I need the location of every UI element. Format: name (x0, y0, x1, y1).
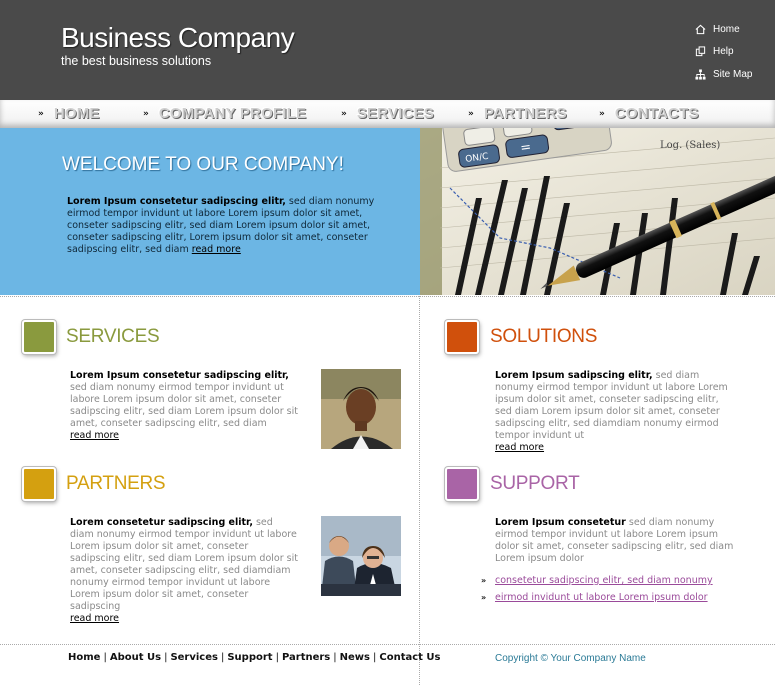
nav-item-partners[interactable]: » PARTNERS (468, 105, 567, 122)
footer-link-contact-us[interactable]: Contact Us (379, 652, 440, 663)
services-square-icon (22, 320, 56, 354)
nav-label: COMPANY PROFILE (158, 105, 307, 122)
support-text: Lorem Ipsum consetetur sed diam nonumy e… (495, 517, 740, 565)
nav-item-services[interactable]: » SERVICES (341, 105, 434, 122)
nav-label: SERVICES (356, 105, 435, 122)
services-title: SERVICES (66, 326, 160, 347)
util-link-label: Help (713, 46, 734, 58)
hero-photo: Log. (Sales) ON/C = + (420, 128, 775, 295)
hero-illustration: Log. (Sales) ON/C = + (420, 128, 775, 295)
footer-nav: Home | About Us | Services | Support | Partners |… (68, 652, 440, 663)
partners-text: Lorem consetetur sadipscing elitr, sed d… (70, 517, 298, 625)
support-link[interactable]: eirmod invidunt ut labore Lorem ipsum do… (495, 592, 708, 603)
support-links: » consetetur sadipscing elitr, sed diam … (481, 572, 713, 606)
sitemap-icon (695, 69, 706, 80)
services-read-more-link[interactable]: read more (70, 430, 302, 442)
partners-photo (321, 516, 401, 596)
nav-bullet-icon: » (599, 108, 605, 119)
nav-label: CONTACTS (614, 105, 699, 122)
double-chevron-icon: » (481, 576, 486, 585)
services-photo (321, 369, 401, 449)
util-link-sitemap[interactable]: Site Map (695, 63, 773, 86)
brand-logo[interactable]: Business Company the best business solut… (61, 22, 295, 68)
solutions-lead: Lorem Ipsum sadipscing elitr, (495, 370, 653, 381)
util-link-label: Site Map (713, 68, 753, 80)
nav-bullet-icon: » (143, 108, 149, 119)
column-divider (419, 296, 420, 685)
support-square-icon (445, 467, 479, 501)
nav-bullet-icon: » (341, 108, 347, 119)
nav-label: PARTNERS (483, 105, 567, 122)
nav-item-company-profile[interactable]: » COMPANY PROFILE (143, 105, 306, 122)
welcome-text: Lorem Ipsum consetetur sadipscing elitr,… (67, 196, 392, 256)
footer-link-services[interactable]: Services (170, 652, 218, 663)
section-divider (0, 296, 775, 297)
solutions-read-more-link[interactable]: read more (495, 442, 735, 454)
footer-separator: | (275, 652, 279, 663)
footer-link-about-us[interactable]: About Us (110, 652, 161, 663)
main-nav: » HOME » COMPANY PROFILE » SERVICES » PA… (0, 100, 775, 128)
support-link-item: » consetetur sadipscing elitr, sed diam … (481, 572, 713, 589)
svg-text:=: = (519, 140, 532, 156)
nav-bullet-icon: » (38, 108, 44, 119)
util-link-help[interactable]: Help (695, 41, 773, 64)
person-portrait-image (321, 369, 401, 449)
welcome-title: WELCOME TO OUR COMPANY! (62, 154, 344, 175)
footer-separator: | (164, 652, 168, 663)
services-body: sed diam nonumy eirmod tempor invidunt u… (70, 382, 298, 429)
footer-link-partners[interactable]: Partners (282, 652, 330, 663)
solutions-title: SOLUTIONS (490, 326, 598, 347)
util-link-home[interactable]: Home (695, 18, 773, 41)
welcome-panel: WELCOME TO OUR COMPANY! Lorem Ipsum cons… (0, 128, 420, 295)
utility-links: Home Help Site Map (695, 18, 773, 86)
nav-item-home[interactable]: » HOME (38, 105, 100, 122)
nav-bullet-icon: » (468, 108, 474, 119)
welcome-lead: Lorem Ipsum consetetur sadipscing elitr, (67, 196, 286, 207)
partners-read-more-link[interactable]: read more (70, 613, 298, 625)
util-link-label: Home (713, 23, 740, 35)
support-link[interactable]: consetetur sadipscing elitr, sed diam no… (495, 575, 713, 586)
home-icon (695, 24, 706, 34)
services-text: Lorem Ipsum consetetur sadipscing elitr,… (70, 370, 302, 442)
brand-title: Business Company (61, 22, 295, 53)
partners-square-icon (22, 467, 56, 501)
nav-label: HOME (53, 105, 100, 122)
double-chevron-icon: » (481, 593, 486, 602)
footer-link-home[interactable]: Home (68, 652, 100, 663)
support-link-item: » eirmod invidunt ut labore Lorem ipsum … (481, 589, 713, 606)
welcome-read-more-link[interactable]: read more (192, 244, 241, 255)
services-lead: Lorem Ipsum consetetur sadipscing elitr, (70, 370, 289, 381)
support-lead: Lorem Ipsum consetetur (495, 517, 626, 528)
help-icon (695, 46, 706, 57)
footer-separator: | (103, 652, 107, 663)
footer-separator: | (220, 652, 225, 663)
footer-separator: | (372, 652, 377, 663)
footer-divider (0, 644, 775, 645)
partners-lead: Lorem consetetur sadipscing elitr, (70, 517, 253, 528)
site-header: Business Company the best business solut… (0, 0, 775, 100)
business-people-image (321, 516, 401, 596)
solutions-text: Lorem Ipsum sadipscing elitr, sed diam n… (495, 370, 735, 454)
footer-link-news[interactable]: News (340, 652, 370, 663)
footer-link-support[interactable]: Support (227, 652, 272, 663)
copyright-text: Copyright © Your Company Name (495, 653, 646, 664)
partners-body: sed diam nonumy eirmod tempor invidunt u… (70, 517, 298, 612)
brand-tagline: the best business solutions (61, 54, 212, 68)
footer-separator: | (333, 652, 337, 663)
support-title: SUPPORT (490, 473, 580, 494)
svg-text:Log. (Sales): Log. (Sales) (660, 140, 720, 151)
solutions-square-icon (445, 320, 479, 354)
nav-item-contacts[interactable]: » CONTACTS (599, 105, 699, 122)
partners-title: PARTNERS (66, 473, 166, 494)
